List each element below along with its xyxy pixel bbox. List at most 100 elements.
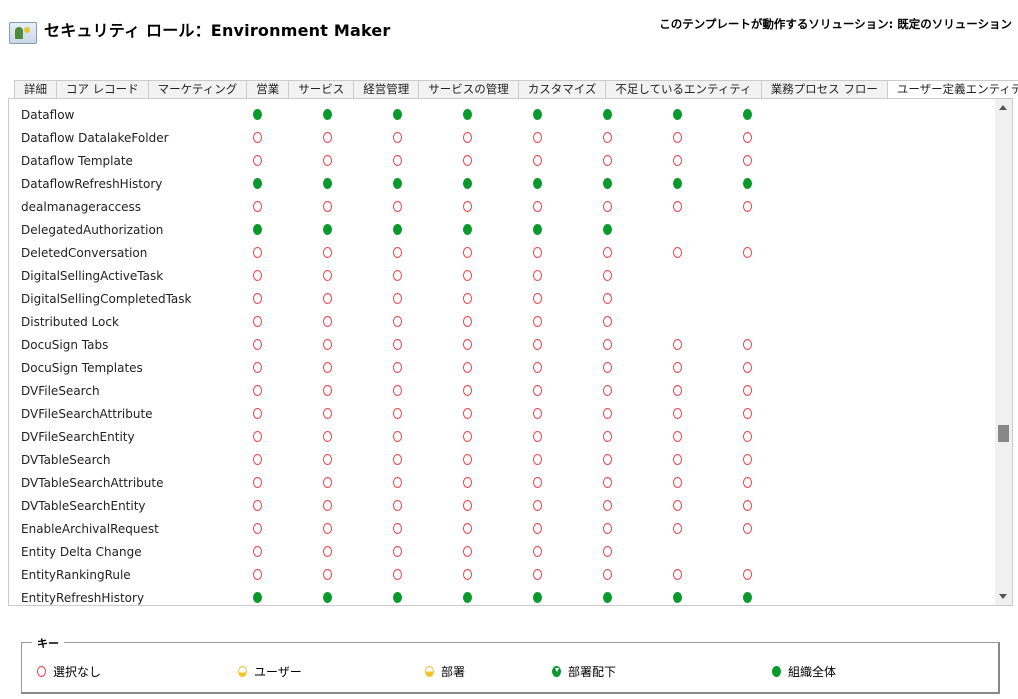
organization-level-icon[interactable] [323, 224, 332, 235]
organization-level-icon[interactable] [463, 109, 472, 120]
no-access-icon[interactable] [323, 546, 332, 557]
no-access-icon[interactable] [743, 500, 752, 511]
no-access-icon[interactable] [533, 247, 542, 258]
no-access-icon[interactable] [603, 477, 612, 488]
no-access-icon[interactable] [603, 339, 612, 350]
organization-level-icon[interactable] [673, 109, 682, 120]
organization-level-icon[interactable] [323, 178, 332, 189]
organization-level-icon[interactable] [533, 109, 542, 120]
no-access-icon[interactable] [603, 431, 612, 442]
no-access-icon[interactable] [603, 546, 612, 557]
no-access-icon[interactable] [393, 477, 402, 488]
no-access-icon[interactable] [393, 270, 402, 281]
no-access-icon[interactable] [533, 431, 542, 442]
vertical-scrollbar[interactable] [995, 99, 1012, 605]
no-access-icon[interactable] [393, 546, 402, 557]
no-access-icon[interactable] [673, 362, 682, 373]
scroll-up-arrow-icon[interactable] [999, 105, 1007, 110]
no-access-icon[interactable] [253, 500, 262, 511]
no-access-icon[interactable] [393, 293, 402, 304]
organization-level-icon[interactable] [323, 592, 332, 603]
no-access-icon[interactable] [743, 132, 752, 143]
tab-service[interactable]: サービス [288, 80, 355, 98]
no-access-icon[interactable] [393, 569, 402, 580]
organization-level-icon[interactable] [533, 178, 542, 189]
organization-level-icon[interactable] [463, 224, 472, 235]
organization-level-icon[interactable] [393, 592, 402, 603]
no-access-icon[interactable] [323, 500, 332, 511]
no-access-icon[interactable] [673, 523, 682, 534]
no-access-icon[interactable] [603, 270, 612, 281]
organization-level-icon[interactable] [603, 109, 612, 120]
no-access-icon[interactable] [253, 523, 262, 534]
no-access-icon[interactable] [603, 454, 612, 465]
no-access-icon[interactable] [323, 132, 332, 143]
no-access-icon[interactable] [533, 132, 542, 143]
no-access-icon[interactable] [253, 477, 262, 488]
no-access-icon[interactable] [393, 385, 402, 396]
no-access-icon[interactable] [323, 270, 332, 281]
no-access-icon[interactable] [533, 500, 542, 511]
no-access-icon[interactable] [323, 477, 332, 488]
no-access-icon[interactable] [393, 247, 402, 258]
no-access-icon[interactable] [603, 293, 612, 304]
no-access-icon[interactable] [533, 569, 542, 580]
no-access-icon[interactable] [603, 569, 612, 580]
scroll-down-arrow-icon[interactable] [999, 594, 1007, 599]
no-access-icon[interactable] [743, 477, 752, 488]
no-access-icon[interactable] [533, 385, 542, 396]
no-access-icon[interactable] [393, 431, 402, 442]
no-access-icon[interactable] [253, 247, 262, 258]
no-access-icon[interactable] [533, 523, 542, 534]
no-access-icon[interactable] [603, 523, 612, 534]
organization-level-icon[interactable] [673, 592, 682, 603]
no-access-icon[interactable] [673, 500, 682, 511]
no-access-icon[interactable] [393, 132, 402, 143]
no-access-icon[interactable] [393, 500, 402, 511]
no-access-icon[interactable] [463, 385, 472, 396]
no-access-icon[interactable] [323, 569, 332, 580]
no-access-icon[interactable] [463, 546, 472, 557]
no-access-icon[interactable] [463, 293, 472, 304]
organization-level-icon[interactable] [393, 224, 402, 235]
no-access-icon[interactable] [673, 201, 682, 212]
no-access-icon[interactable] [323, 408, 332, 419]
no-access-icon[interactable] [743, 408, 752, 419]
no-access-icon[interactable] [533, 408, 542, 419]
no-access-icon[interactable] [323, 431, 332, 442]
no-access-icon[interactable] [253, 362, 262, 373]
organization-level-icon[interactable] [463, 592, 472, 603]
no-access-icon[interactable] [743, 385, 752, 396]
no-access-icon[interactable] [463, 201, 472, 212]
no-access-icon[interactable] [463, 454, 472, 465]
no-access-icon[interactable] [533, 293, 542, 304]
tab-details[interactable]: 詳細 [14, 80, 57, 98]
no-access-icon[interactable] [533, 477, 542, 488]
organization-level-icon[interactable] [603, 224, 612, 235]
no-access-icon[interactable] [323, 385, 332, 396]
no-access-icon[interactable] [323, 362, 332, 373]
no-access-icon[interactable] [393, 339, 402, 350]
no-access-icon[interactable] [603, 362, 612, 373]
no-access-icon[interactable] [743, 247, 752, 258]
scrollbar-thumb[interactable] [998, 425, 1009, 443]
no-access-icon[interactable] [253, 155, 262, 166]
no-access-icon[interactable] [463, 408, 472, 419]
no-access-icon[interactable] [743, 431, 752, 442]
no-access-icon[interactable] [673, 385, 682, 396]
no-access-icon[interactable] [393, 408, 402, 419]
no-access-icon[interactable] [463, 500, 472, 511]
no-access-icon[interactable] [603, 408, 612, 419]
tab-business-management[interactable]: 経営管理 [353, 80, 420, 98]
no-access-icon[interactable] [673, 431, 682, 442]
no-access-icon[interactable] [673, 569, 682, 580]
no-access-icon[interactable] [673, 132, 682, 143]
tab-marketing[interactable]: マーケティング [147, 80, 248, 98]
no-access-icon[interactable] [743, 339, 752, 350]
no-access-icon[interactable] [533, 546, 542, 557]
organization-level-icon[interactable] [463, 178, 472, 189]
organization-level-icon[interactable] [673, 178, 682, 189]
no-access-icon[interactable] [323, 316, 332, 327]
no-access-icon[interactable] [323, 247, 332, 258]
no-access-icon[interactable] [603, 155, 612, 166]
